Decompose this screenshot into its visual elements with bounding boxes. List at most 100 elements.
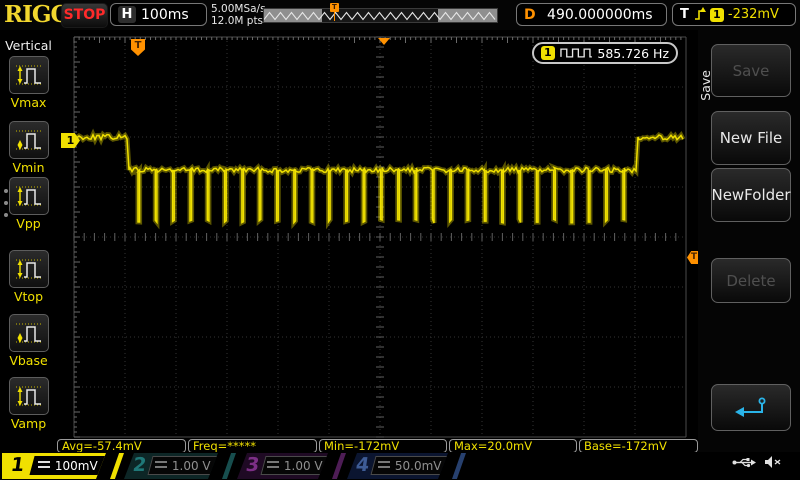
channel-slash	[452, 453, 466, 479]
channel-slash	[332, 453, 346, 479]
frequency-value: 585.726 Hz	[597, 45, 669, 61]
channel-slash	[222, 453, 236, 479]
channel-scale-box: 1.00 V	[260, 456, 328, 475]
sidebar-item-vmin[interactable]: Vmin	[0, 121, 57, 175]
channel-body[interactable]: 4 50.0mV	[347, 453, 448, 479]
sidebar-item-vmax[interactable]: Vmax	[0, 56, 57, 110]
delay-value: 490.000000ms	[547, 6, 653, 23]
measurement-readout: Base=-172mV	[579, 439, 698, 453]
horizontal-label: H	[118, 6, 136, 23]
measurement-readout: Freq=*****	[188, 439, 317, 453]
channel1-waveform-glow	[74, 128, 686, 230]
rising-edge-icon	[694, 7, 706, 20]
channel-number: 1	[9, 454, 26, 476]
graticule-and-waveform	[73, 36, 687, 438]
frequency-counter: 1 585.726 Hz	[532, 42, 678, 64]
save-button: Save	[711, 44, 791, 97]
channel-indicator-3[interactable]: 3 1.00 V	[237, 453, 346, 479]
speaker-muted-icon	[765, 456, 781, 468]
dc-coupling-icon	[267, 461, 279, 470]
right-soft-menu: Save Save New File NewFolder Delete	[698, 30, 800, 452]
new-file-button[interactable]: New File	[711, 111, 791, 165]
screen-center-marker	[378, 38, 390, 45]
channel-number: 2	[131, 454, 148, 476]
usb-icon	[732, 457, 756, 467]
trigger-level-value: -232mV	[727, 7, 779, 22]
vamp-icon	[15, 386, 42, 406]
dc-coupling-icon	[38, 461, 50, 470]
channel-body[interactable]: 1 100mV	[2, 453, 106, 479]
trigger-box: T 1 -232mV	[672, 3, 796, 26]
page-indicator-dot	[4, 201, 8, 205]
channel-number: 3	[244, 454, 261, 476]
vmax-icon	[15, 65, 42, 85]
oscilloscope-screen: RIGOL STOP H 100ms 5.00MSa/s 12.0M pts T…	[0, 0, 800, 480]
measurement-readout: Avg=-57.4mV	[57, 439, 186, 453]
waveform-preview-bar: T	[263, 3, 498, 23]
preview-trigger-marker: T	[329, 3, 339, 21]
channel-scale-box: 50.0mV	[370, 456, 448, 475]
dc-coupling-icon	[155, 461, 167, 470]
vmax-button[interactable]	[8, 56, 49, 94]
sidebar-item-vpp[interactable]: Vpp	[0, 177, 57, 231]
vbase-icon	[15, 323, 42, 343]
vmin-icon	[15, 130, 42, 150]
delay-label: D	[524, 6, 536, 23]
page-indicator-dot	[4, 189, 8, 193]
vtop-icon	[15, 259, 42, 279]
channel-indicator-4[interactable]: 4 50.0mV	[347, 453, 466, 479]
vbase-button[interactable]	[8, 314, 49, 352]
waveform-display-area: T 1 T 1 585.726 Hz	[57, 30, 701, 438]
channel-scale-box: 100mV	[29, 456, 106, 475]
channel-scale-value: 100mV	[55, 458, 98, 473]
delete-button: Delete	[711, 258, 791, 303]
delay-box: D 490.000000ms	[516, 3, 667, 26]
vpp-button[interactable]	[8, 177, 49, 215]
channel-scale-value: 50.0mV	[394, 458, 442, 473]
channel-number: 4	[354, 454, 371, 476]
sample-rate: 5.00MSa/s	[211, 3, 266, 15]
status-icon-tray	[732, 455, 782, 469]
trigger-label: T	[680, 7, 689, 22]
channel-scale-box: 1.00 V	[147, 456, 218, 475]
sidebar-item-vtop[interactable]: Vtop	[0, 250, 57, 304]
freq-counter-channel-badge: 1	[541, 46, 555, 60]
sidebar-item-label: Vpp	[16, 216, 41, 231]
left-measure-menu: Vertical Vmax Vmin Vpp Vtop Vbase Vamp	[0, 30, 57, 452]
vtop-button[interactable]	[8, 250, 49, 288]
channel-scale-value: 1.00 V	[283, 458, 323, 473]
sidebar-item-label: Vtop	[13, 289, 44, 304]
preview-waveform	[264, 11, 496, 21]
horizontal-scale-value: 100ms	[141, 6, 189, 23]
newfolder-button[interactable]: NewFolder	[711, 168, 791, 222]
dc-coupling-icon	[378, 461, 390, 470]
measurement-readout: Max=20.0mV	[449, 439, 577, 453]
page-indicator-dot	[4, 213, 8, 217]
sidebar-item-vbase[interactable]: Vbase	[0, 314, 57, 368]
channel-slash	[110, 453, 124, 479]
trigger-source-badge: 1	[709, 7, 724, 22]
square-wave-icon	[559, 48, 592, 58]
run-state-indicator[interactable]: STOP	[61, 3, 108, 28]
channel-indicator-2[interactable]: 2 1.00 V	[124, 453, 236, 479]
channel-body[interactable]: 3 1.00 V	[237, 453, 328, 479]
channel-status-bar: 1 100mV 2 1.00 V 3 1.00 V 4 50.0mV	[0, 452, 800, 480]
channel-body[interactable]: 2 1.00 V	[124, 453, 218, 479]
acquisition-info: 5.00MSa/s 12.0M pts	[211, 3, 266, 27]
channel-indicator-1[interactable]: 1 100mV	[2, 453, 124, 479]
sidebar-item-vamp[interactable]: Vamp	[0, 377, 57, 431]
horizontal-scale-box: H 100ms	[110, 3, 207, 26]
sidebar-item-label: Vmin	[12, 160, 45, 175]
vamp-button[interactable]	[8, 377, 49, 415]
sidebar-item-label: Vamp	[10, 416, 47, 431]
return-button[interactable]	[711, 384, 791, 431]
return-arrow-icon	[735, 397, 766, 417]
top-status-bar: RIGOL STOP H 100ms 5.00MSa/s 12.0M pts T…	[0, 0, 800, 31]
memory-depth: 12.0M pts	[211, 15, 264, 27]
channel-scale-value: 1.00 V	[172, 458, 211, 473]
sidebar-item-label: Vbase	[9, 353, 48, 368]
measure-menu-title: Vertical	[5, 38, 52, 53]
measurement-readout: Min=-172mV	[319, 439, 447, 453]
vmin-button[interactable]	[8, 121, 49, 159]
vpp-icon	[15, 186, 42, 206]
